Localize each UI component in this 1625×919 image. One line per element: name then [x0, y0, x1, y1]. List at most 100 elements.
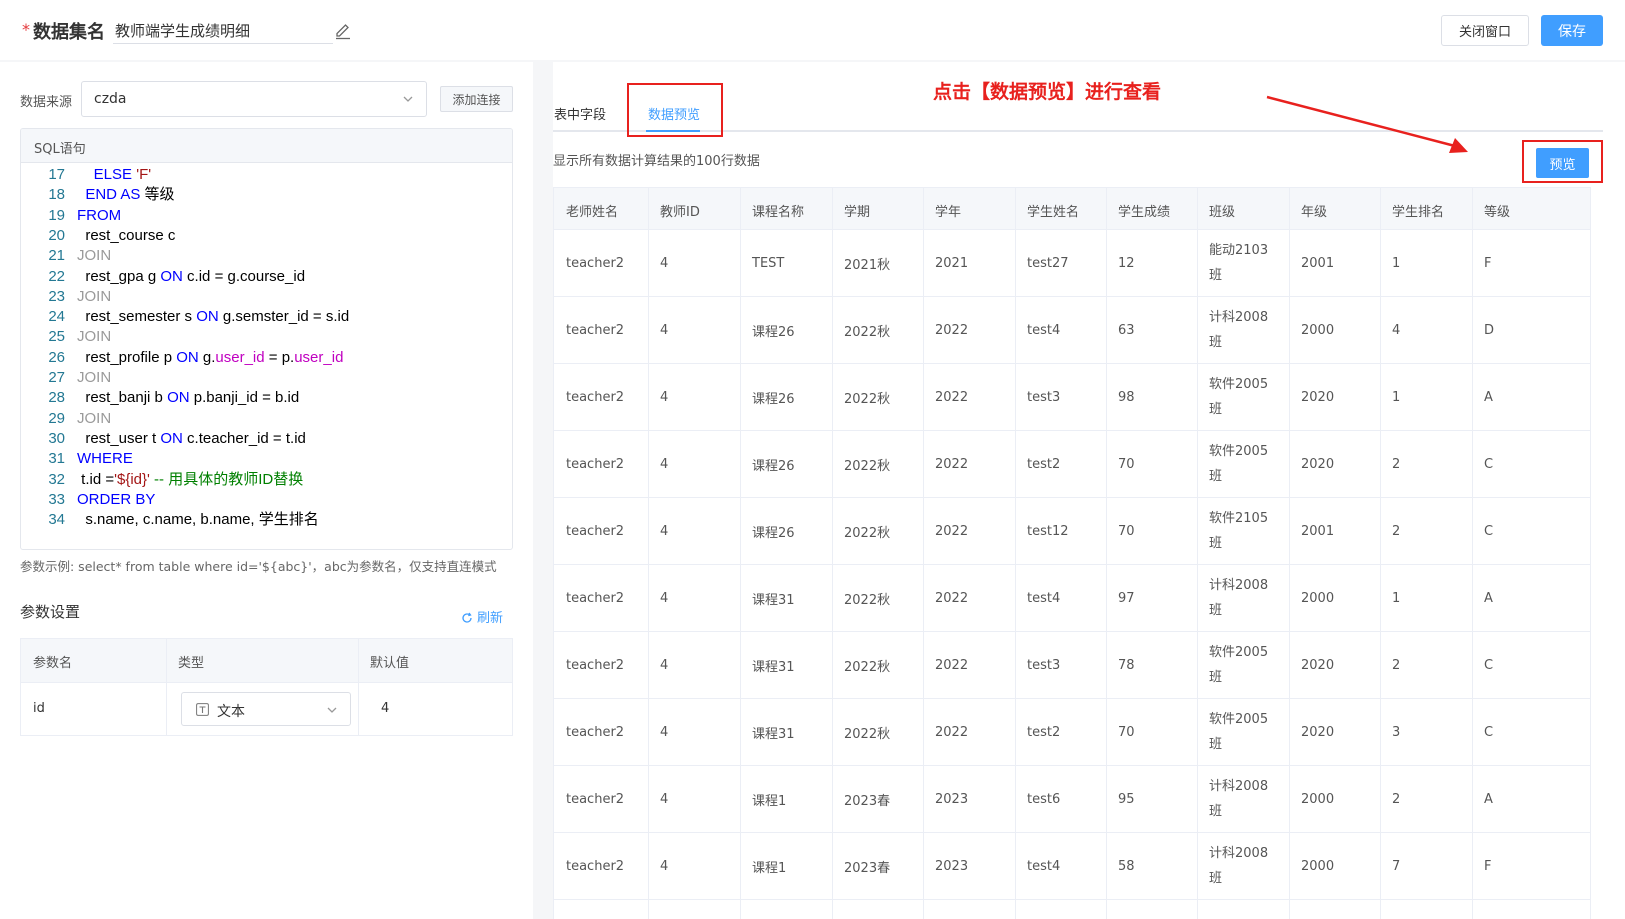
table-cell: 计科2008班: [1209, 779, 1269, 819]
sql-code-editor[interactable]: 17 ELSE 'F' 18 END AS 等级 19 FROM 20 rest_cou…: [21, 163, 512, 549]
dataset-name-input[interactable]: [113, 18, 333, 44]
table-cell: test4: [1027, 858, 1061, 874]
table-cell: 78: [1118, 657, 1135, 673]
code-line: 22 rest_gpa g ON c.id = g.course_id: [21, 266, 512, 287]
required-mark: *: [22, 20, 30, 39]
table-cell: 课程1: [752, 793, 787, 809]
code-line: 30 rest_user t ON c.teacher_id = t.id: [21, 428, 512, 449]
code-token: g.semster_id = s.id: [218, 308, 350, 326]
table-cell: 2022: [935, 657, 969, 673]
line-number: 27: [48, 369, 65, 386]
data-source-select[interactable]: czda: [81, 81, 427, 117]
code-token: ELSE: [93, 166, 137, 183]
table-cell: 1: [1392, 389, 1401, 405]
code-line: 29 JOIN: [21, 408, 512, 429]
table-cell: 2020: [1301, 724, 1335, 740]
table-header-cell[interactable]: 课程名称: [740, 188, 832, 230]
param-default-cell[interactable]: 4: [369, 683, 401, 735]
table-cell: 2022秋: [844, 592, 891, 608]
code-line: 34 s.name, c.name, b.name, 学生排名: [21, 509, 512, 530]
table-row: teacher2 4 课程1 2023春 2023 test6 95 计科2008班 2000 2…: [554, 766, 1590, 833]
column-divider: [1106, 188, 1107, 919]
line-number: 30: [48, 429, 65, 447]
code-token: '${id}': [114, 470, 150, 488]
table-header-cell[interactable]: 学期: [832, 188, 923, 230]
code-line: 32 t.id ='${id}' -- 用具体的教师ID替换: [21, 469, 512, 490]
annotation-highlight-tab: [627, 83, 723, 137]
code-text: JOIN: [77, 367, 111, 388]
table-cell: 2023: [935, 858, 969, 874]
annotation-arrow-icon: [1266, 95, 1468, 153]
table-header-cell[interactable]: 学生成绩: [1106, 188, 1197, 230]
table-header-cell[interactable]: 年级: [1289, 188, 1380, 230]
table-cell: 7: [1392, 858, 1401, 874]
table-header-cell[interactable]: 老师姓名: [554, 188, 648, 230]
table-cell: 2: [1392, 791, 1401, 807]
code-text: FROM: [77, 205, 121, 226]
table-cell: 2021秋: [844, 257, 891, 273]
code-text: JOIN: [77, 408, 111, 429]
table-row: teacher2 4 课程26 2022秋 2022 test2 70 软件2005班 2020…: [554, 431, 1590, 498]
table-cell: 2020: [1301, 389, 1335, 405]
line-number: 23: [48, 287, 65, 305]
code-token: ON: [160, 429, 183, 447]
table-header-cell[interactable]: 班级: [1197, 188, 1289, 230]
table-cell: 计科2008班: [1209, 846, 1269, 886]
table-cell: 1: [1392, 255, 1401, 271]
column-divider: [1289, 188, 1290, 919]
code-token: rest_gpa g: [77, 267, 161, 285]
preview-button[interactable]: 预览: [1536, 148, 1589, 178]
chevron-down-icon: [403, 96, 413, 102]
add-connection-button[interactable]: 添加连接: [440, 86, 513, 112]
line-number: 18: [48, 186, 65, 204]
table-cell: 软件2105班: [1209, 511, 1269, 551]
column-divider: [1380, 188, 1381, 919]
code-token: WHERE: [77, 450, 133, 468]
edit-pencil-icon[interactable]: [334, 22, 352, 40]
param-table: 参数名 类型 默认值 id 文本 4: [20, 638, 513, 736]
code-text: rest_gpa g ON c.id = g.course_id: [77, 266, 305, 287]
table-cell: teacher2: [566, 255, 625, 271]
table-header-cell[interactable]: 教师ID: [648, 188, 740, 230]
table-row: teacher2 4 课程31 2022秋 2022 test3 78 软件2005班 2020…: [554, 632, 1590, 699]
line-number: 22: [48, 267, 65, 285]
table-cell: teacher2: [566, 657, 625, 673]
code-token: -- 用具体的教师ID替换: [149, 470, 304, 488]
preview-description: 显示所有数据计算结果的100行数据: [553, 154, 760, 169]
table-cell: 2022: [935, 523, 969, 539]
refresh-button[interactable]: 刷新: [461, 607, 503, 626]
table-cell: 2023春: [844, 793, 891, 809]
column-divider: [358, 639, 359, 735]
table-cell: 课程26: [752, 458, 795, 474]
code-line: 23 JOIN: [21, 286, 512, 307]
code-line: 17 ELSE 'F': [21, 164, 512, 185]
table-header-cell[interactable]: 等级: [1472, 188, 1562, 230]
code-token: JOIN: [77, 328, 112, 346]
code-text: rest_course c: [77, 225, 175, 246]
column-divider: [923, 188, 924, 919]
code-token: rest_course c: [77, 226, 176, 244]
param-type-value: 文本: [217, 704, 245, 720]
column-divider: [1015, 188, 1016, 919]
line-number: 28: [48, 389, 65, 407]
table-header-cell[interactable]: 学生姓名: [1015, 188, 1106, 230]
table-header-cell[interactable]: 学年: [923, 188, 1015, 230]
table-cell: 2: [1392, 523, 1401, 539]
table-row: teacher2 4 课程26 2022秋 2022 test4 63 计科2008班 2000…: [554, 297, 1590, 364]
save-button[interactable]: 保存: [1541, 15, 1603, 46]
code-line: 25 JOIN: [21, 326, 512, 347]
code-text: ORDER BY: [77, 489, 155, 510]
table-header-cell[interactable]: 学生排名: [1380, 188, 1472, 230]
table-cell: test2: [1027, 724, 1061, 740]
line-number: 17: [48, 166, 65, 183]
tab-table-fields[interactable]: 表中字段: [554, 104, 606, 123]
param-col-default: 默认值: [358, 639, 512, 683]
panel-divider: [533, 60, 553, 919]
param-type-select[interactable]: 文本: [181, 692, 351, 726]
table-cell: 98: [1118, 389, 1135, 405]
table-cell: 4: [1392, 322, 1401, 338]
table-row: teacher2 4 课程31 2022秋 2022 test2 70 软件2005班 2020…: [554, 699, 1590, 766]
close-window-button[interactable]: 关闭窗口: [1441, 15, 1529, 46]
code-token: user_id: [215, 348, 265, 366]
data-source-label: 数据来源: [20, 95, 73, 110]
